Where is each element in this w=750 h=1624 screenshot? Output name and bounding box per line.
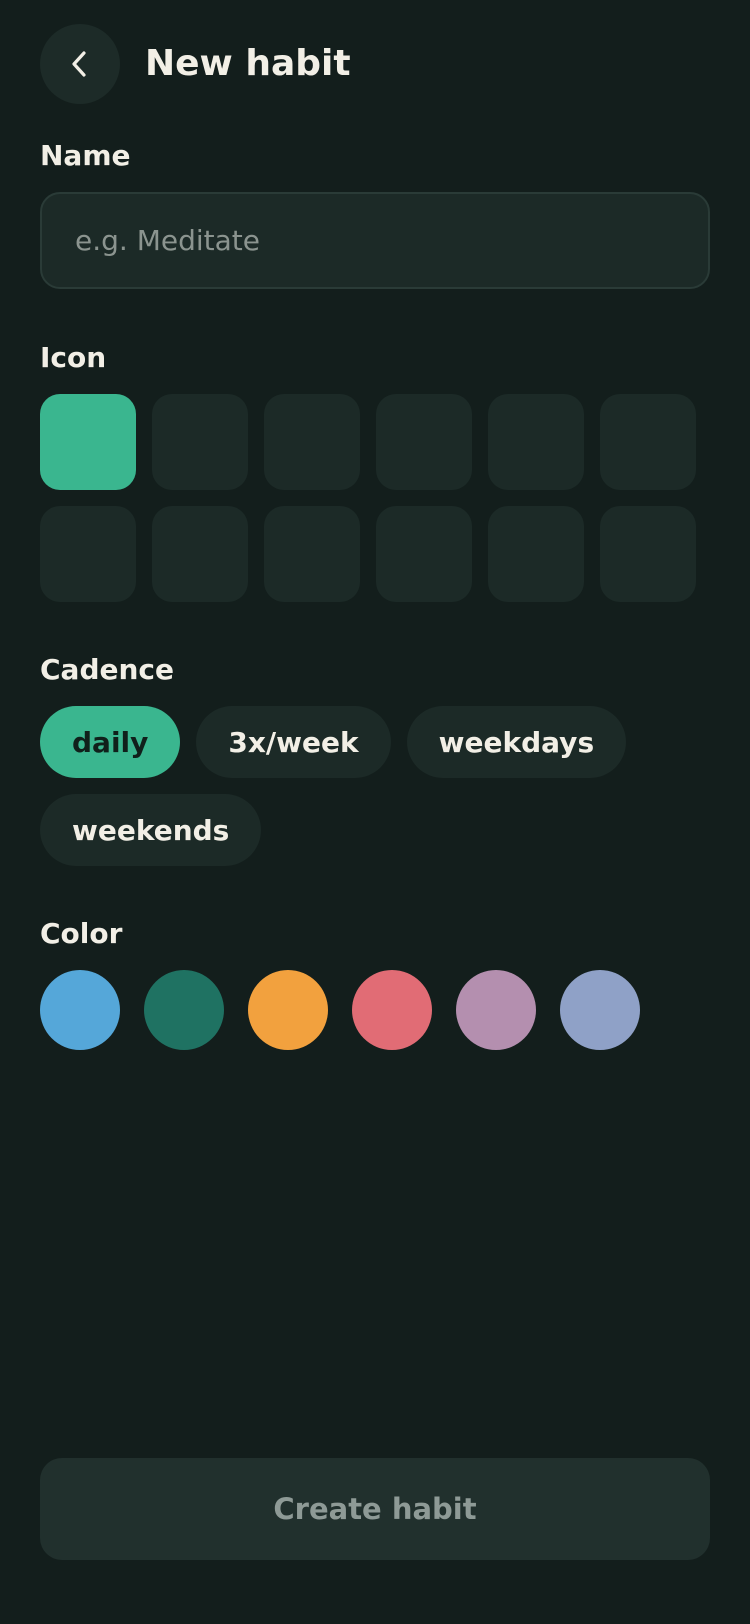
cadence-chip-daily[interactable]: daily — [40, 706, 181, 778]
cadence-chip-weekends[interactable]: weekends — [40, 794, 262, 866]
color-swatch-orange[interactable] — [248, 970, 328, 1050]
color-swatch-blue[interactable] — [40, 970, 120, 1050]
cadence-chip-3x-week[interactable]: 3x/week — [196, 706, 391, 778]
color-label: Color — [40, 917, 123, 950]
page-title: New habit — [145, 43, 351, 84]
cadence-chip-weekdays[interactable]: weekdays — [406, 706, 627, 778]
icon-option-7[interactable] — [40, 506, 136, 602]
icon-label: Icon — [40, 341, 107, 374]
icon-option-8[interactable] — [152, 506, 248, 602]
color-swatch-red[interactable] — [352, 970, 432, 1050]
icon-option-1[interactable] — [40, 394, 136, 490]
name-label: Name — [40, 139, 131, 172]
back-button[interactable] — [40, 24, 120, 104]
habit-name-input[interactable] — [40, 192, 710, 289]
icon-option-12[interactable] — [600, 506, 696, 602]
chevron-left-icon — [72, 51, 86, 77]
cadence-options: daily 3x/week weekdays weekends — [40, 706, 720, 866]
icon-option-11[interactable] — [488, 506, 584, 602]
color-options — [40, 970, 640, 1050]
color-swatch-mauve[interactable] — [456, 970, 536, 1050]
icon-option-6[interactable] — [600, 394, 696, 490]
icon-grid — [40, 394, 696, 602]
icon-option-2[interactable] — [152, 394, 248, 490]
color-swatch-periwinkle[interactable] — [560, 970, 640, 1050]
icon-option-4[interactable] — [376, 394, 472, 490]
cadence-label: Cadence — [40, 653, 174, 686]
icon-option-10[interactable] — [376, 506, 472, 602]
icon-option-9[interactable] — [264, 506, 360, 602]
color-swatch-teal[interactable] — [144, 970, 224, 1050]
icon-option-3[interactable] — [264, 394, 360, 490]
create-habit-button[interactable]: Create habit — [40, 1458, 710, 1560]
icon-option-5[interactable] — [488, 394, 584, 490]
